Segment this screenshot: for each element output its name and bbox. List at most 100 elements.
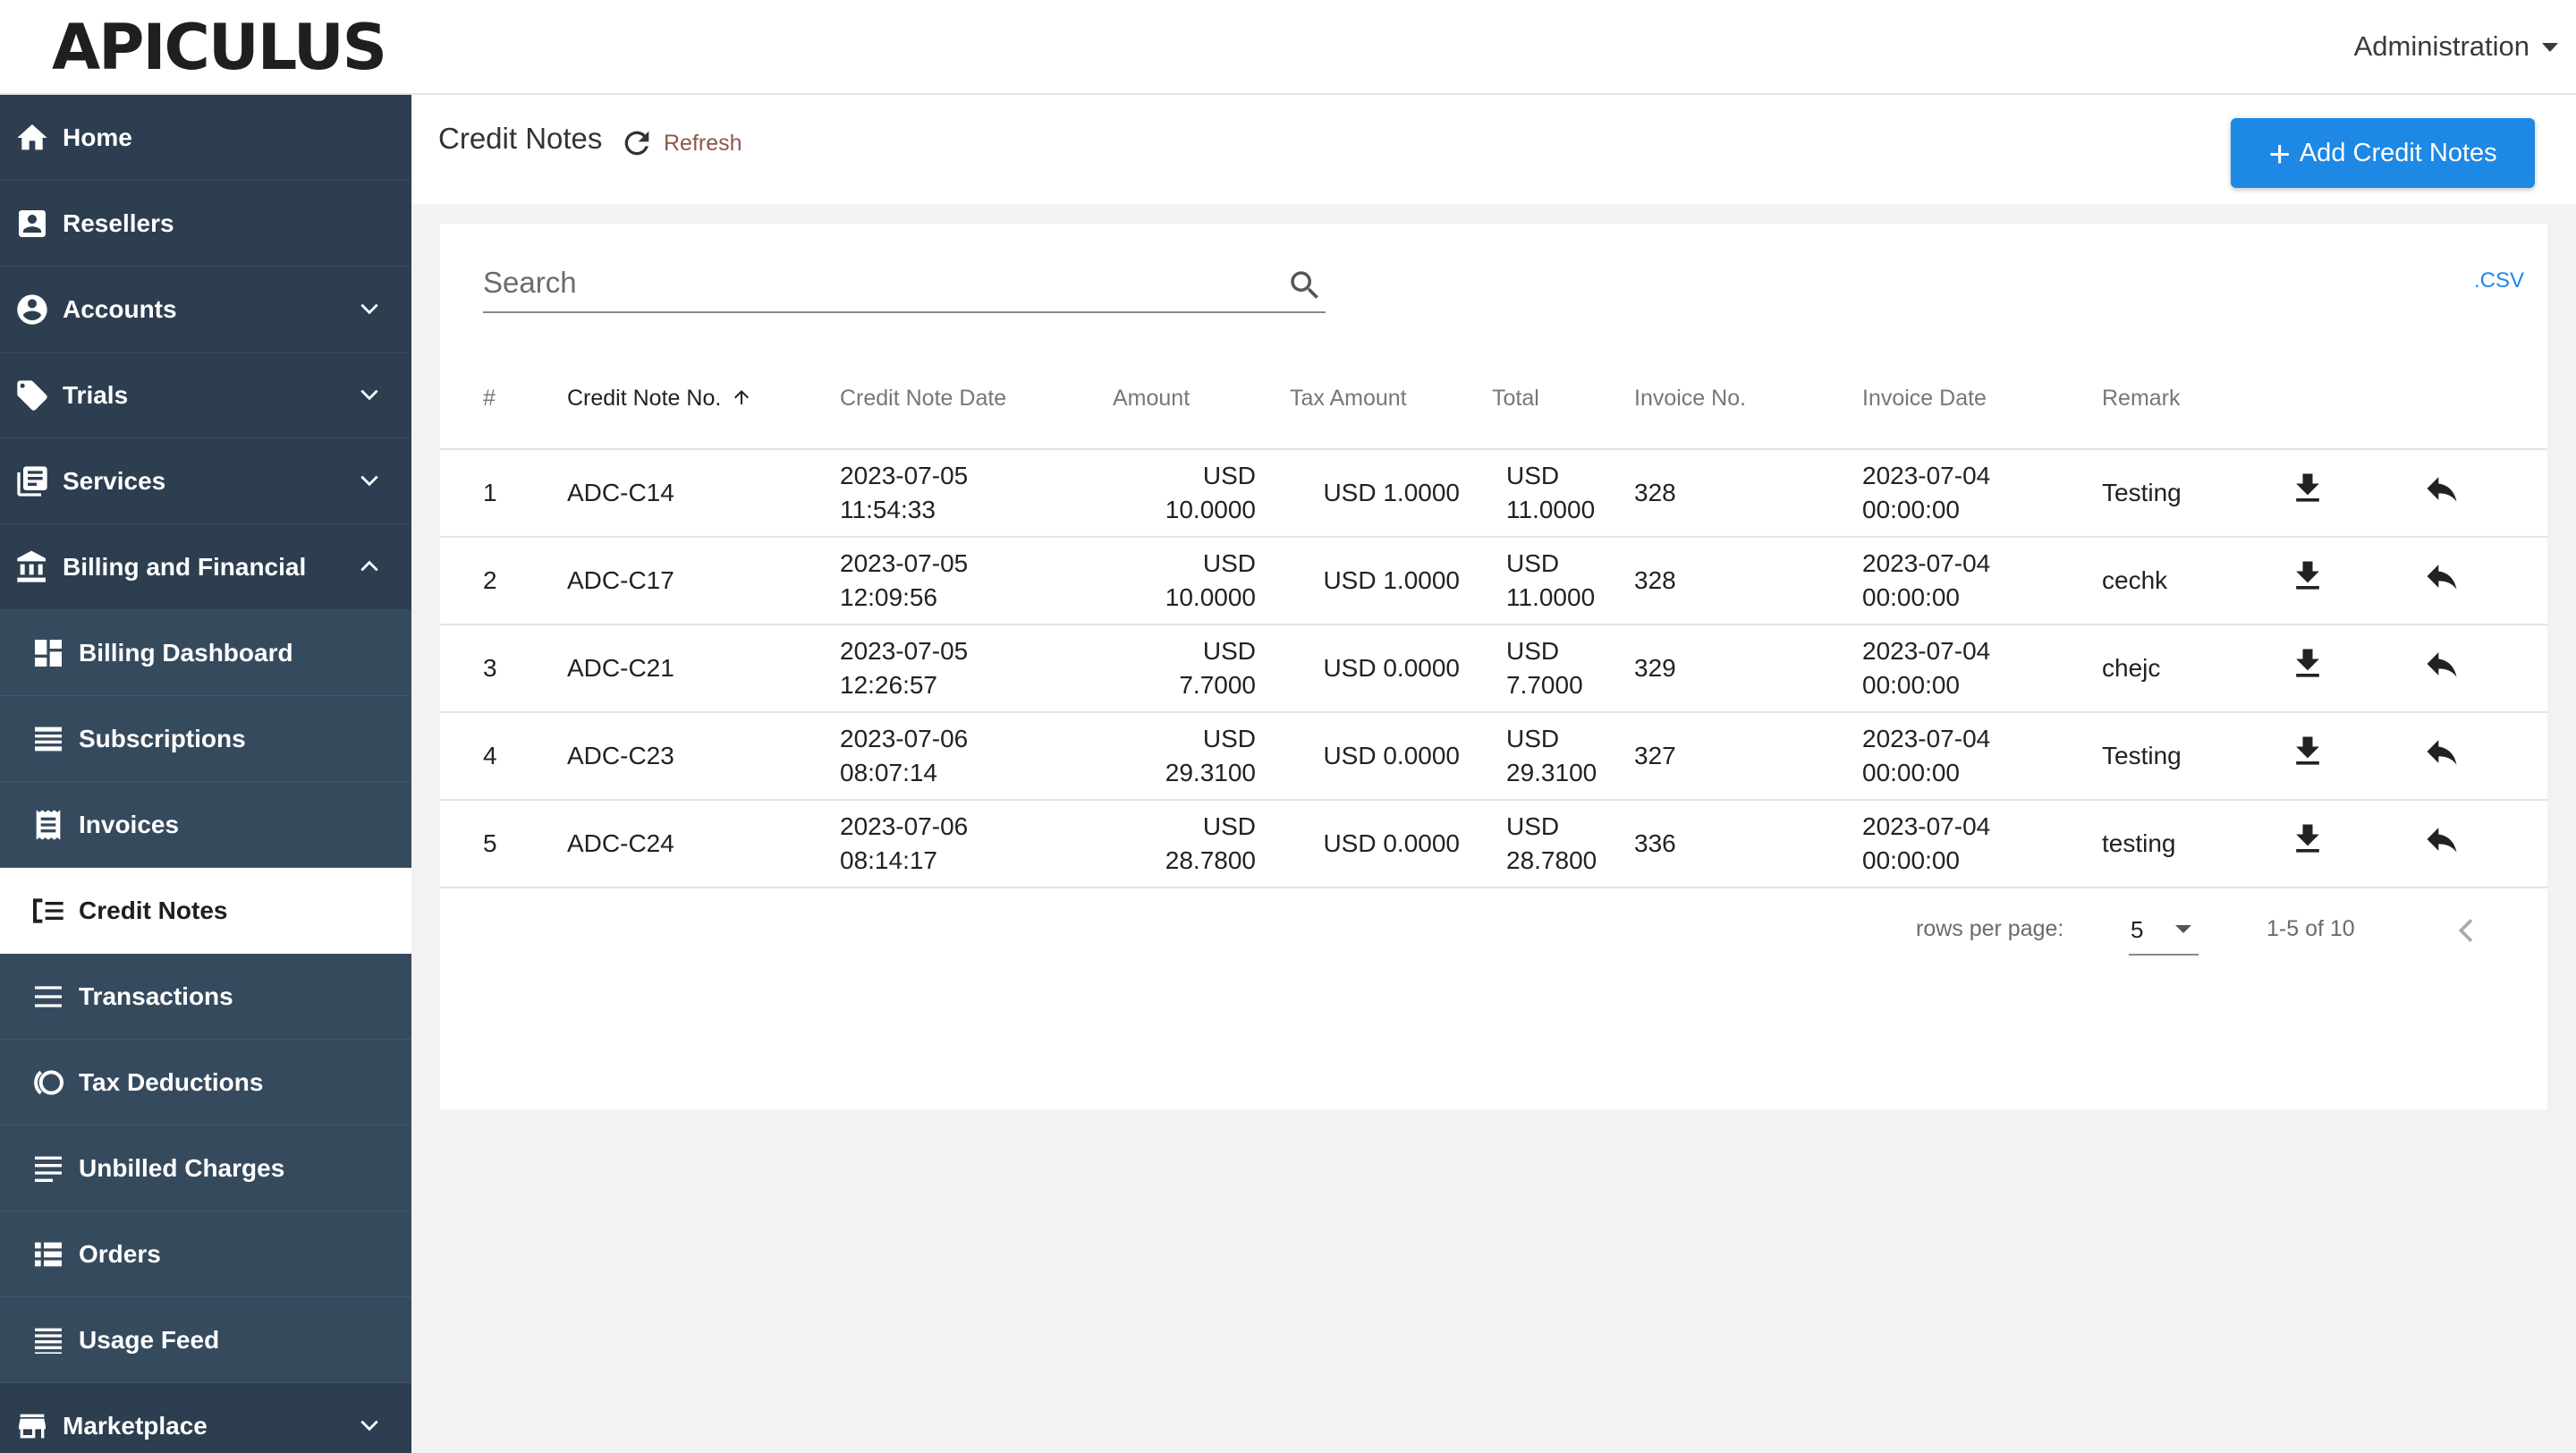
invoice-no: 336 — [1634, 800, 1862, 888]
table-row: 5 ADC-C24 2023-07-06 08:14:17 USD 28.7800 … — [440, 800, 2547, 888]
row-number: 4 — [440, 712, 567, 801]
sidebar-item-credit-notes[interactable]: Credit Notes — [0, 868, 411, 954]
administration-menu[interactable]: Administration — [2354, 27, 2558, 66]
sidebar-item-transactions[interactable]: Transactions — [0, 954, 411, 1040]
sidebar: Home Resellers Accounts Trials Services — [0, 95, 411, 1453]
download-icon[interactable] — [2288, 820, 2327, 859]
chevron-down-icon — [358, 1414, 381, 1437]
refresh-button[interactable]: Refresh — [619, 125, 742, 161]
sidebar-item-trials[interactable]: Trials — [0, 353, 411, 438]
column-header-total[interactable]: Total — [1460, 349, 1634, 450]
invoice-date: 2023-07-04 00:00:00 — [1862, 712, 2102, 801]
credit-note-date: 2023-07-06 08:07:14 — [840, 712, 1113, 801]
table-header-row: # Credit Note No. Credit Note Date Amoun… — [440, 349, 2547, 450]
column-header-tax-amount[interactable]: Tax Amount — [1256, 349, 1460, 450]
total-value: 11.0000 — [1506, 583, 1596, 611]
sidebar-item-label: Subscriptions — [79, 724, 246, 752]
sidebar-item-resellers[interactable]: Resellers — [0, 181, 411, 267]
time-value: 08:14:17 — [840, 846, 937, 874]
table-row: 3 ADC-C21 2023-07-05 12:26:57 USD 7.7000 U… — [440, 625, 2547, 713]
date-value: 2023-07-06 — [840, 725, 969, 752]
total-value: 11.0000 — [1506, 496, 1596, 523]
page-header: Credit Notes Refresh + Add Credit Notes — [411, 95, 2576, 204]
search-input[interactable] — [483, 256, 1252, 310]
credit-note-no: ADC-C23 — [567, 712, 840, 801]
sidebar-item-marketplace[interactable]: Marketplace — [0, 1383, 411, 1453]
credit-note-no: ADC-C21 — [567, 625, 840, 713]
date-value: 2023-07-05 — [840, 637, 969, 665]
receipt-icon — [30, 807, 66, 843]
search-field — [483, 256, 1326, 313]
column-header-reply — [2381, 349, 2547, 450]
search-icon[interactable] — [1286, 267, 1324, 304]
date-value: 2023-07-04 — [1862, 462, 1991, 489]
menu-icon — [30, 979, 66, 1015]
sidebar-item-home[interactable]: Home — [0, 95, 411, 181]
add-credit-notes-button[interactable]: + Add Credit Notes — [2231, 118, 2535, 188]
time-value: 00:00:00 — [1862, 671, 1960, 699]
time-value: 00:00:00 — [1862, 846, 1960, 874]
column-header-remark[interactable]: Remark — [2102, 349, 2288, 450]
column-header-download — [2288, 349, 2381, 450]
table-row: 2 ADC-C17 2023-07-05 12:09:56 USD 10.0000 … — [440, 537, 2547, 625]
amount-value: 28.7800 — [1165, 846, 1256, 874]
reply-icon[interactable] — [2422, 644, 2462, 684]
sidebar-item-tax-deductions[interactable]: Tax Deductions — [0, 1040, 411, 1126]
sidebar-item-orders[interactable]: Orders — [0, 1211, 411, 1297]
list-icon — [30, 721, 66, 757]
amount: USD 10.0000 — [1113, 449, 1256, 538]
remark: cechk — [2102, 537, 2288, 625]
sidebar-item-accounts[interactable]: Accounts — [0, 267, 411, 353]
download-icon[interactable] — [2288, 557, 2327, 596]
csv-export-link[interactable]: .CSV — [2474, 268, 2524, 293]
sidebar-item-invoices[interactable]: Invoices — [0, 782, 411, 868]
credit-note-date: 2023-07-05 12:26:57 — [840, 625, 1113, 713]
sidebar-item-label: Accounts — [63, 294, 177, 323]
sidebar-item-billing-dashboard[interactable]: Billing Dashboard — [0, 610, 411, 696]
apiculus-logo[interactable]: APICULUS — [52, 16, 387, 79]
reply-icon[interactable] — [2422, 820, 2462, 859]
amount-value: 10.0000 — [1165, 496, 1256, 523]
column-header-amount[interactable]: Amount — [1113, 349, 1256, 450]
sidebar-item-label: Tax Deductions — [79, 1067, 264, 1096]
invoice-no: 327 — [1634, 712, 1862, 801]
download-icon[interactable] — [2288, 469, 2327, 508]
orders-list-icon — [30, 1236, 66, 1272]
previous-page-icon[interactable] — [2449, 913, 2485, 948]
column-header-invoice-no[interactable]: Invoice No. — [1634, 349, 1862, 450]
download-icon[interactable] — [2288, 644, 2327, 684]
caret-down-icon — [2542, 43, 2558, 52]
sidebar-item-subscriptions[interactable]: Subscriptions — [0, 696, 411, 782]
sidebar-item-unbilled-charges[interactable]: Unbilled Charges — [0, 1126, 411, 1211]
library-icon — [14, 463, 50, 499]
column-header-credit-note-no[interactable]: Credit Note No. — [567, 349, 840, 450]
sidebar-item-billing-and-financial[interactable]: Billing and Financial — [0, 524, 411, 610]
reply-icon[interactable] — [2422, 732, 2462, 771]
reply-icon[interactable] — [2422, 469, 2462, 508]
remark: testing — [2102, 800, 2288, 888]
sidebar-item-usage-feed[interactable]: Usage Feed — [0, 1297, 411, 1383]
sidebar-item-label: Resellers — [63, 208, 174, 237]
total: USD 11.0000 — [1460, 449, 1634, 538]
amount: USD 10.0000 — [1113, 537, 1256, 625]
rows-per-page-select[interactable]: 5 — [2129, 904, 2199, 956]
column-header-invoice-date[interactable]: Invoice Date — [1862, 349, 2102, 450]
remark: Testing — [2102, 449, 2288, 538]
currency: USD — [1506, 549, 1560, 577]
total-value: 7.7000 — [1506, 671, 1583, 699]
currency: USD — [1202, 812, 1256, 840]
pagination: rows per page: 5 1-5 of 10 — [440, 904, 2547, 957]
tax-amount: USD 0.0000 — [1256, 800, 1460, 888]
reply-icon[interactable] — [2422, 557, 2462, 596]
column-header-credit-note-date[interactable]: Credit Note Date — [840, 349, 1113, 450]
column-header-number[interactable]: # — [440, 349, 567, 450]
feed-icon — [30, 1322, 66, 1358]
page-title: Credit Notes — [438, 122, 603, 155]
sidebar-item-services[interactable]: Services — [0, 438, 411, 524]
download-icon[interactable] — [2288, 732, 2327, 771]
amount: USD 29.3100 — [1113, 712, 1256, 801]
rows-per-page-value: 5 — [2131, 916, 2144, 943]
amount-value: 7.7000 — [1179, 671, 1256, 699]
total: USD 11.0000 — [1460, 537, 1634, 625]
remark: chejc — [2102, 625, 2288, 713]
